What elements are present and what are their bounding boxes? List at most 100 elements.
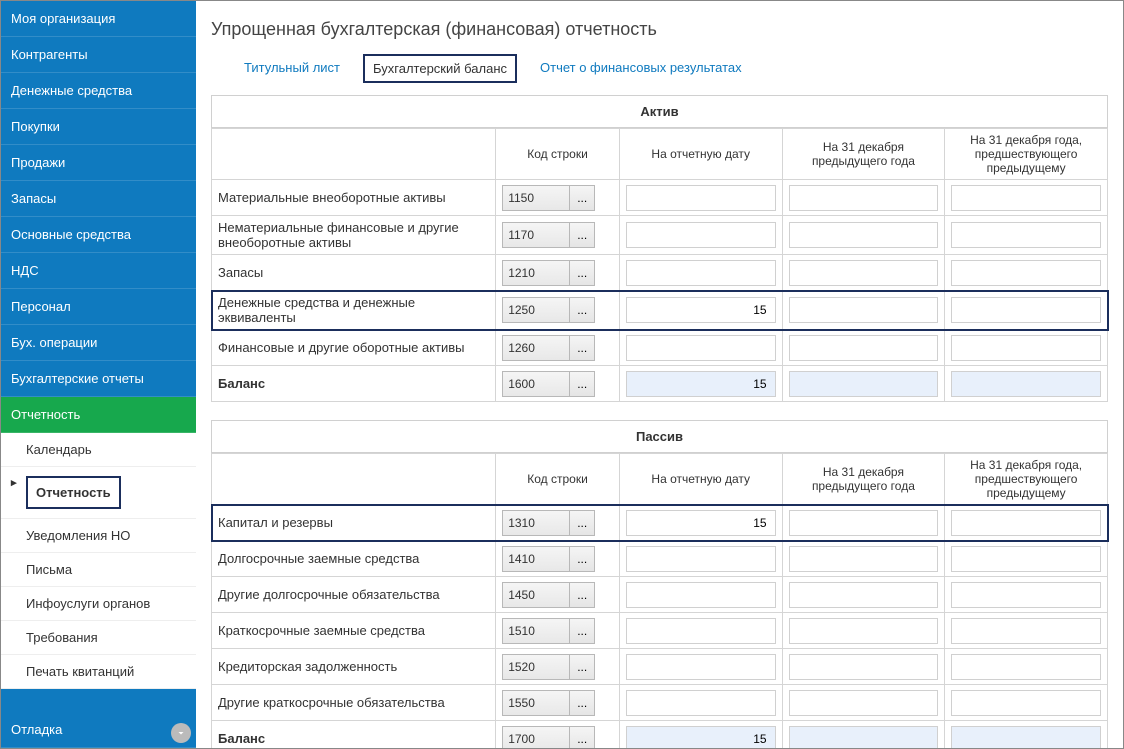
value-input[interactable] <box>626 618 776 644</box>
table-row: Капитал и резервы... <box>212 505 1108 541</box>
value-input[interactable] <box>951 546 1101 572</box>
sidebar-item[interactable]: Отчетность <box>1 397 196 433</box>
sidebar-item[interactable]: Персонал <box>1 289 196 325</box>
value-input[interactable] <box>789 618 939 644</box>
table-row: Денежные средства и денежные эквиваленты… <box>212 291 1108 330</box>
value-input[interactable] <box>951 582 1101 608</box>
value-input[interactable] <box>789 654 939 680</box>
code-lookup-button[interactable]: ... <box>569 185 595 211</box>
table-row: Другие краткосрочные обязательства... <box>212 685 1108 721</box>
sidebar-item[interactable]: Основные средства <box>1 217 196 253</box>
sidebar-item[interactable]: Запасы <box>1 181 196 217</box>
code-lookup-button[interactable]: ... <box>569 510 595 536</box>
column-header: На 31 декабря года, предшествующего пред… <box>945 454 1108 505</box>
value-input[interactable] <box>626 582 776 608</box>
submenu-item[interactable]: Уведомления НО <box>1 519 196 553</box>
value-input[interactable] <box>789 297 939 323</box>
value-input[interactable] <box>626 335 776 361</box>
tab[interactable]: Титульный лист <box>236 54 348 83</box>
code-input[interactable] <box>502 654 570 680</box>
value-input[interactable] <box>626 546 776 572</box>
code-lookup-button[interactable]: ... <box>569 654 595 680</box>
tab[interactable]: Отчет о финансовых результатах <box>532 54 750 83</box>
code-input[interactable] <box>502 222 570 248</box>
code-input[interactable] <box>502 297 570 323</box>
value-input[interactable] <box>626 260 776 286</box>
table-row: Краткосрочные заемные средства... <box>212 613 1108 649</box>
submenu-item[interactable]: Печать квитанций <box>1 655 196 689</box>
tab[interactable]: Бухгалтерский баланс <box>363 54 517 83</box>
sidebar-item[interactable]: Бух. операции <box>1 325 196 361</box>
sidebar-item[interactable]: Контрагенты <box>1 37 196 73</box>
code-input[interactable] <box>502 618 570 644</box>
sidebar-item[interactable]: Бухгалтерские отчеты <box>1 361 196 397</box>
value-input[interactable] <box>951 618 1101 644</box>
table-row: Долгосрочные заемные средства... <box>212 541 1108 577</box>
value-input[interactable] <box>951 690 1101 716</box>
column-header <box>212 129 496 180</box>
table-row: Другие долгосрочные обязательства... <box>212 577 1108 613</box>
code-lookup-button[interactable]: ... <box>569 335 595 361</box>
sidebar-item[interactable]: НДС <box>1 253 196 289</box>
value-input[interactable] <box>789 510 939 536</box>
sidebar-item[interactable]: Денежные средства <box>1 73 196 109</box>
scroll-down-button[interactable] <box>171 723 191 743</box>
row-label: Баланс <box>212 721 496 749</box>
code-lookup-button[interactable]: ... <box>569 582 595 608</box>
value-input[interactable] <box>789 546 939 572</box>
value-input[interactable] <box>789 690 939 716</box>
row-label: Долгосрочные заемные средства <box>212 541 496 577</box>
code-lookup-button[interactable]: ... <box>569 726 595 749</box>
value-input[interactable] <box>951 654 1101 680</box>
balance-table: Код строкиНа отчетную датуНа 31 декабря … <box>211 453 1108 748</box>
code-input[interactable] <box>502 690 570 716</box>
value-input[interactable] <box>789 185 939 211</box>
value-input[interactable] <box>951 260 1101 286</box>
code-lookup-button[interactable]: ... <box>569 297 595 323</box>
sidebar-item[interactable]: Отладка <box>1 712 196 748</box>
submenu-item[interactable]: Требования <box>1 621 196 655</box>
value-input <box>626 726 776 749</box>
code-lookup-button[interactable]: ... <box>569 618 595 644</box>
submenu-item[interactable]: Календарь <box>1 433 196 467</box>
value-input[interactable] <box>626 297 776 323</box>
code-lookup-button[interactable]: ... <box>569 260 595 286</box>
code-lookup-button[interactable]: ... <box>569 690 595 716</box>
submenu-item[interactable]: Письма <box>1 553 196 587</box>
column-header: На 31 декабря года, предшествующего пред… <box>945 129 1108 180</box>
code-lookup-button[interactable]: ... <box>569 371 595 397</box>
sidebar-item[interactable]: Продажи <box>1 145 196 181</box>
code-lookup-button[interactable]: ... <box>569 222 595 248</box>
code-lookup-button[interactable]: ... <box>569 546 595 572</box>
row-label: Капитал и резервы <box>212 505 496 541</box>
submenu-item[interactable]: Отчетность <box>1 467 196 519</box>
code-input[interactable] <box>502 335 570 361</box>
value-input[interactable] <box>626 185 776 211</box>
value-input <box>626 371 776 397</box>
section-title: Актив <box>211 95 1108 128</box>
code-input[interactable] <box>502 726 570 749</box>
value-input[interactable] <box>789 335 939 361</box>
value-input[interactable] <box>626 510 776 536</box>
code-input[interactable] <box>502 371 570 397</box>
value-input[interactable] <box>626 654 776 680</box>
row-label: Финансовые и другие оборотные активы <box>212 330 496 366</box>
submenu-item[interactable]: Инфоуслуги органов <box>1 587 196 621</box>
sidebar-item[interactable]: Покупки <box>1 109 196 145</box>
value-input[interactable] <box>951 510 1101 536</box>
value-input[interactable] <box>951 335 1101 361</box>
code-input[interactable] <box>502 510 570 536</box>
sidebar-item[interactable]: Моя организация <box>1 1 196 37</box>
value-input[interactable] <box>951 297 1101 323</box>
code-input[interactable] <box>502 260 570 286</box>
value-input[interactable] <box>789 260 939 286</box>
value-input[interactable] <box>951 222 1101 248</box>
value-input[interactable] <box>789 582 939 608</box>
code-input[interactable] <box>502 582 570 608</box>
code-input[interactable] <box>502 185 570 211</box>
value-input[interactable] <box>626 222 776 248</box>
code-input[interactable] <box>502 546 570 572</box>
value-input[interactable] <box>626 690 776 716</box>
value-input[interactable] <box>951 185 1101 211</box>
value-input[interactable] <box>789 222 939 248</box>
